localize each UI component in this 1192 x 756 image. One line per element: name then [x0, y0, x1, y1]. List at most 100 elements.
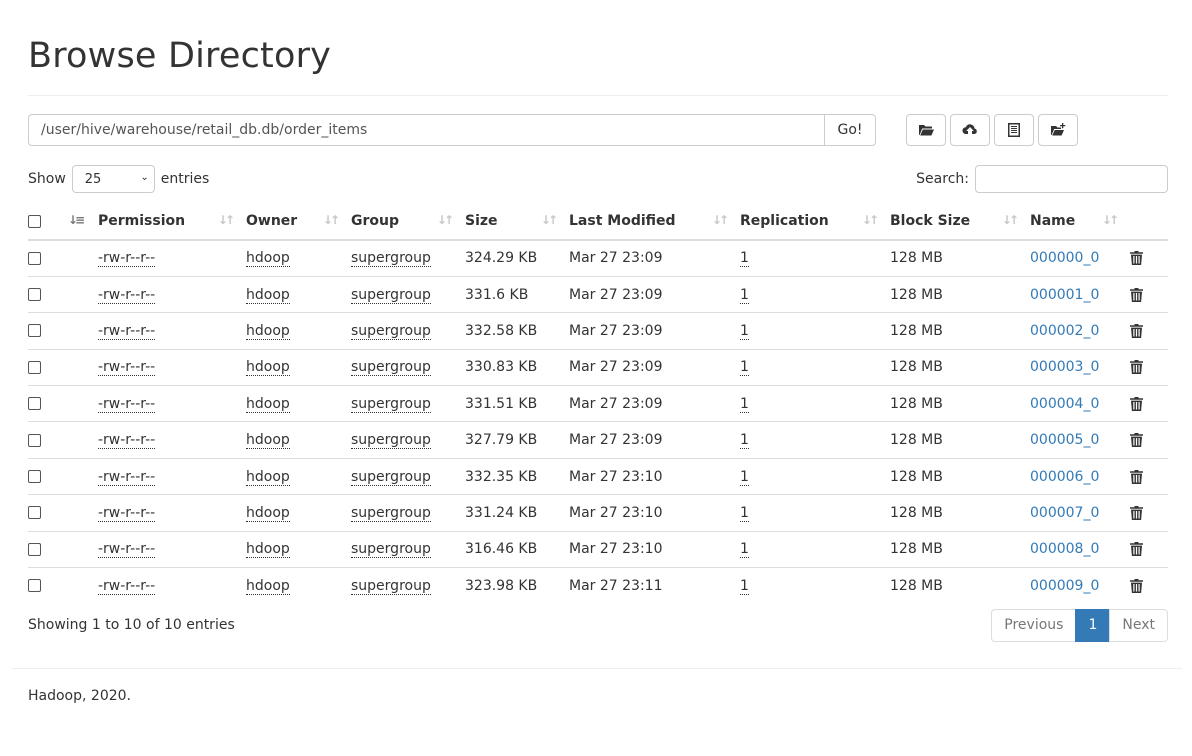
row-select-cell [28, 385, 66, 422]
table-row: -rw-r--r-- hdoop supergroup 324.29 KB Mar 27… [28, 240, 1168, 276]
permission-value[interactable]: -rw-r--r-- [98, 541, 156, 559]
permission-value[interactable]: -rw-r--r-- [98, 286, 156, 304]
modified-cell: Mar 27 23:09 [569, 348, 740, 386]
delete-button[interactable] [1130, 505, 1143, 521]
col-name[interactable]: Name ↓↑ [1030, 203, 1130, 241]
replication-value[interactable]: 1 [740, 322, 749, 340]
col-permission[interactable]: Permission ↓↑ [98, 203, 246, 241]
delete-button[interactable] [1130, 469, 1143, 485]
group-value[interactable]: supergroup [351, 468, 431, 486]
group-value[interactable]: supergroup [351, 577, 431, 595]
block-size-cell: 128 MB [890, 421, 1030, 459]
delete-button[interactable] [1130, 396, 1143, 412]
file-name-link[interactable]: 000000_0 [1030, 250, 1099, 266]
replication-value[interactable]: 1 [740, 541, 749, 559]
directory-path-input[interactable] [28, 114, 824, 146]
replication-value[interactable]: 1 [740, 504, 749, 522]
create-folder-button[interactable] [1038, 114, 1078, 146]
permission-value[interactable]: -rw-r--r-- [98, 468, 156, 486]
permission-value[interactable]: -rw-r--r-- [98, 250, 156, 268]
col-last-modified[interactable]: Last Modified ↓↑ [569, 203, 740, 241]
file-name-link[interactable]: 000002_0 [1030, 323, 1099, 339]
owner-value[interactable]: hdoop [246, 504, 290, 522]
col-group[interactable]: Group ↓↑ [351, 203, 465, 241]
replication-value[interactable]: 1 [740, 286, 749, 304]
file-name-link[interactable]: 000005_0 [1030, 432, 1099, 448]
go-button[interactable]: Go! [824, 114, 876, 146]
row-checkbox[interactable] [28, 360, 41, 374]
file-name-link[interactable]: 000001_0 [1030, 287, 1099, 303]
row-checkbox[interactable] [28, 288, 41, 302]
replication-value[interactable]: 1 [740, 250, 749, 268]
delete-button[interactable] [1130, 323, 1143, 339]
owner-value[interactable]: hdoop [246, 541, 290, 559]
file-name-link[interactable]: 000009_0 [1030, 578, 1099, 594]
previous-page-button[interactable]: Previous [991, 609, 1077, 642]
cut-paste-button[interactable] [994, 114, 1034, 146]
replication-value[interactable]: 1 [740, 395, 749, 413]
row-checkbox[interactable] [28, 324, 41, 338]
owner-value[interactable]: hdoop [246, 322, 290, 340]
row-checkbox[interactable] [28, 470, 41, 484]
group-value[interactable]: supergroup [351, 286, 431, 304]
row-checkbox[interactable] [28, 397, 41, 411]
owner-value[interactable]: hdoop [246, 468, 290, 486]
select-all-checkbox[interactable] [28, 214, 41, 228]
page-length-select[interactable]: 25 [71, 165, 155, 193]
delete-button[interactable] [1130, 578, 1143, 594]
owner-value[interactable]: hdoop [246, 250, 290, 268]
file-name-link[interactable]: 000007_0 [1030, 505, 1099, 521]
open-folder-button[interactable] [906, 114, 946, 146]
permission-value[interactable]: -rw-r--r-- [98, 395, 156, 413]
replication-value[interactable]: 1 [740, 359, 749, 377]
delete-button[interactable] [1130, 359, 1143, 375]
group-value[interactable]: supergroup [351, 250, 431, 268]
row-checkbox[interactable] [28, 506, 41, 520]
page-1-button[interactable]: 1 [1075, 609, 1111, 642]
row-select-cell [28, 312, 66, 350]
col-replication[interactable]: Replication ↓↑ [740, 203, 890, 241]
file-name-link[interactable]: 000008_0 [1030, 541, 1099, 557]
group-value[interactable]: supergroup [351, 359, 431, 377]
delete-button[interactable] [1130, 541, 1143, 557]
row-checkbox[interactable] [28, 433, 41, 447]
file-name-link[interactable]: 000003_0 [1030, 359, 1099, 375]
table-row: -rw-r--r-- hdoop supergroup 331.6 KB Mar 27 … [28, 275, 1168, 313]
row-checkbox[interactable] [28, 251, 41, 265]
delete-button[interactable] [1130, 287, 1143, 303]
row-checkbox[interactable] [28, 579, 41, 593]
sort-header[interactable]: ↓≡ [66, 203, 98, 241]
col-block-size-label: Block Size [890, 213, 971, 229]
group-value[interactable]: supergroup [351, 504, 431, 522]
col-block-size[interactable]: Block Size ↓↑ [890, 203, 1030, 241]
delete-button[interactable] [1130, 250, 1143, 266]
permission-value[interactable]: -rw-r--r-- [98, 359, 156, 377]
upload-button[interactable] [950, 114, 990, 146]
replication-value[interactable]: 1 [740, 577, 749, 595]
permission-value[interactable]: -rw-r--r-- [98, 577, 156, 595]
group-value[interactable]: supergroup [351, 541, 431, 559]
group-cell: supergroup [351, 530, 465, 568]
permission-value[interactable]: -rw-r--r-- [98, 322, 156, 340]
row-checkbox[interactable] [28, 542, 41, 556]
permission-value[interactable]: -rw-r--r-- [98, 432, 156, 450]
owner-value[interactable]: hdoop [246, 432, 290, 450]
owner-value[interactable]: hdoop [246, 577, 290, 595]
col-size[interactable]: Size ↓↑ [465, 203, 569, 241]
owner-value[interactable]: hdoop [246, 395, 290, 413]
group-value[interactable]: supergroup [351, 395, 431, 413]
group-value[interactable]: supergroup [351, 432, 431, 450]
next-page-button[interactable]: Next [1109, 609, 1168, 642]
file-name-link[interactable]: 000006_0 [1030, 469, 1099, 485]
owner-value[interactable]: hdoop [246, 286, 290, 304]
delete-button[interactable] [1130, 432, 1143, 448]
file-name-link[interactable]: 000004_0 [1030, 396, 1099, 412]
group-cell: supergroup [351, 275, 465, 313]
group-value[interactable]: supergroup [351, 322, 431, 340]
owner-value[interactable]: hdoop [246, 359, 290, 377]
replication-value[interactable]: 1 [740, 468, 749, 486]
permission-value[interactable]: -rw-r--r-- [98, 504, 156, 522]
col-owner[interactable]: Owner ↓↑ [246, 203, 351, 241]
replication-value[interactable]: 1 [740, 432, 749, 450]
search-input[interactable] [975, 165, 1168, 193]
